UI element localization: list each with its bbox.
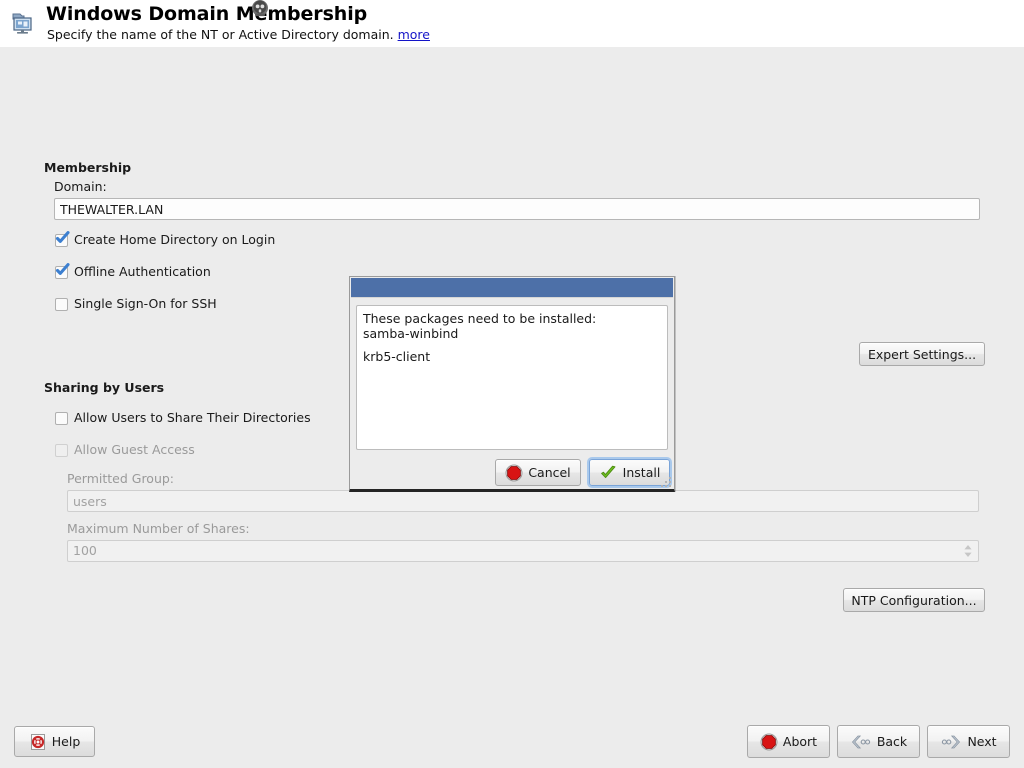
install-button[interactable]: Install — [589, 459, 670, 486]
next-button[interactable]: Next — [927, 725, 1010, 758]
check-icon — [53, 228, 72, 247]
checkbox-label: Create Home Directory on Login — [74, 232, 276, 247]
checkbox-label: Allow Guest Access — [74, 442, 195, 457]
more-link[interactable]: more — [398, 27, 430, 42]
resize-grip-icon[interactable] — [661, 476, 672, 487]
next-label: Next — [967, 734, 997, 749]
page-subtitle-text: Specify the name of the NT or Active Dir… — [47, 27, 394, 42]
check-icon — [53, 260, 72, 279]
checkbox-label: Single Sign-On for SSH — [74, 296, 217, 311]
checkbox-box — [55, 444, 68, 457]
ntp-configuration-label: NTP Configuration... — [851, 592, 977, 608]
membership-group-title: Membership — [44, 160, 132, 175]
permitted-group-label: Permitted Group: — [67, 471, 175, 486]
page-subtitle: Specify the name of the NT or Active Dir… — [47, 27, 430, 42]
help-label: Help — [51, 734, 81, 749]
back-button[interactable]: Back — [837, 725, 920, 758]
expert-settings-label: Expert Settings... — [867, 346, 977, 362]
checkbox-box — [55, 298, 68, 311]
network-computer-icon — [10, 10, 36, 36]
package-item: krb5-client — [363, 349, 431, 364]
help-button[interactable]: Help — [14, 726, 95, 757]
permitted-group-input — [67, 490, 979, 512]
ntp-configuration-button[interactable]: NTP Configuration... — [843, 588, 985, 612]
abort-label: Abort — [782, 734, 818, 749]
sharing-group-title: Sharing by Users — [44, 380, 165, 395]
install-packages-dialog: These packages need to be installed: sam… — [349, 276, 675, 492]
page-title: Windows Domain Membership — [46, 3, 368, 25]
check-icon — [599, 464, 618, 482]
checkbox-label: Allow Users to Share Their Directories — [74, 410, 311, 425]
stop-icon — [505, 464, 523, 482]
dialog-titlebar[interactable] — [351, 278, 673, 298]
max-shares-label: Maximum Number of Shares: — [67, 521, 250, 536]
abort-button[interactable]: Abort — [747, 725, 830, 758]
dialog-message: These packages need to be installed: — [363, 311, 597, 326]
cancel-label: Cancel — [528, 465, 571, 480]
install-label: Install — [622, 465, 661, 480]
domain-input[interactable] — [54, 198, 980, 220]
expert-settings-button[interactable]: Expert Settings... — [859, 342, 985, 366]
max-shares-value: 100 — [73, 543, 97, 558]
chevron-left-icon — [850, 734, 872, 750]
chevron-right-icon — [940, 734, 962, 750]
cancel-button[interactable]: Cancel — [495, 459, 581, 486]
stop-icon — [760, 733, 778, 751]
page-header: Windows Domain Membership Specify the na… — [0, 0, 1024, 47]
stepper-arrows-icon — [960, 542, 976, 560]
checkbox-box — [55, 412, 68, 425]
help-lifering-icon — [29, 733, 47, 751]
checkbox-label: Offline Authentication — [74, 264, 211, 279]
dialog-package-list: These packages need to be installed: sam… — [356, 305, 668, 450]
package-item: samba-winbind — [363, 326, 459, 341]
domain-label: Domain: — [54, 179, 107, 194]
back-label: Back — [876, 734, 908, 749]
max-shares-stepper: 100 — [67, 540, 979, 562]
